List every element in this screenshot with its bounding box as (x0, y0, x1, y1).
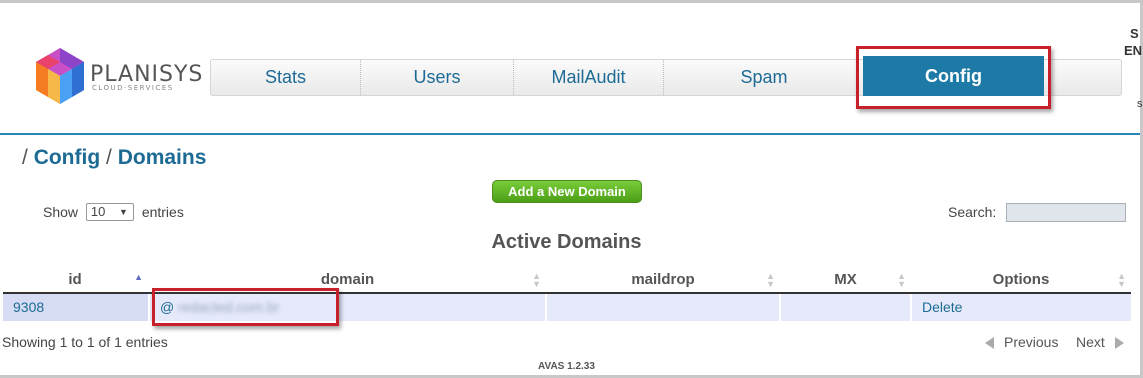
column-label-maildrop: maildrop (631, 271, 695, 288)
sort-both-icon: ▲ ▼ (532, 271, 541, 289)
previous-arrow-icon[interactable] (985, 334, 994, 349)
cube-logo-icon (36, 48, 84, 104)
sort-ascending-icon: ▲ (134, 272, 143, 282)
sort-both-icon: ▲ ▼ (897, 271, 906, 289)
sort-both-icon: ▲ ▼ (1117, 271, 1126, 289)
column-header-maildrop[interactable]: maildrop ▲ ▼ (547, 271, 779, 293)
delete-link[interactable]: Delete (912, 294, 1131, 321)
cell-mx (781, 294, 912, 321)
column-header-mx[interactable]: MX ▲ ▼ (781, 271, 910, 293)
config-tab-highlight-box (856, 46, 1051, 109)
next-button[interactable]: Next (1076, 334, 1105, 350)
previous-button[interactable]: Previous (1004, 334, 1058, 350)
brand-tagline: CLOUD·SERVICES (92, 84, 174, 92)
table-info: Showing 1 to 1 of 1 entries (2, 334, 168, 350)
breadcrumb-separator: / (22, 146, 28, 169)
add-domain-button[interactable]: Add a New Domain (492, 180, 642, 203)
sort-both-icon: ▲ ▼ (766, 271, 775, 289)
cell-maildrop (547, 294, 781, 321)
breadcrumb-separator: / (106, 146, 112, 169)
page-size-select[interactable]: 10 ▼ (85, 203, 134, 221)
dropdown-arrow-icon: ▼ (119, 207, 128, 217)
version-footer: AVAS 1.2.33 (538, 361, 595, 372)
domain-cell-highlight-box (152, 288, 339, 326)
tab-stats[interactable]: Stats (211, 60, 361, 95)
column-label-domain: domain (320, 271, 375, 288)
tab-mailaudit[interactable]: MailAudit (514, 60, 664, 95)
breadcrumb: / Config / Domains (22, 146, 206, 170)
header-divider (0, 133, 1140, 135)
show-label: Show (43, 204, 79, 220)
planisys-logo[interactable]: PLANISYS CLOUD·SERVICES (36, 48, 206, 104)
tab-users[interactable]: Users (361, 60, 514, 95)
search-input[interactable] (1006, 203, 1126, 222)
column-header-id[interactable]: id ▲ (3, 271, 147, 293)
header-corner-text-b: EN (1124, 43, 1143, 58)
tab-spam[interactable]: Spam (664, 60, 864, 95)
header-corner-text-c: s (1137, 98, 1143, 110)
column-label-mx: MX (834, 271, 857, 288)
column-header-options[interactable]: Options ▲ ▼ (912, 271, 1130, 293)
header-corner-text-a: S (1130, 26, 1139, 41)
breadcrumb-config[interactable]: Config (34, 146, 100, 169)
next-arrow-icon[interactable] (1115, 334, 1124, 349)
table-title: Active Domains (491, 231, 642, 253)
breadcrumb-domains: Domains (117, 146, 207, 169)
entries-label: entries (141, 204, 184, 220)
cell-id: 9308 (3, 294, 150, 321)
column-label-id: id (68, 271, 82, 288)
search-label: Search: (948, 204, 997, 220)
page-size-control: Show 10 ▼ entries (43, 203, 184, 222)
column-label-options: Options (992, 271, 1050, 288)
page-size-value: 10 (90, 204, 106, 219)
